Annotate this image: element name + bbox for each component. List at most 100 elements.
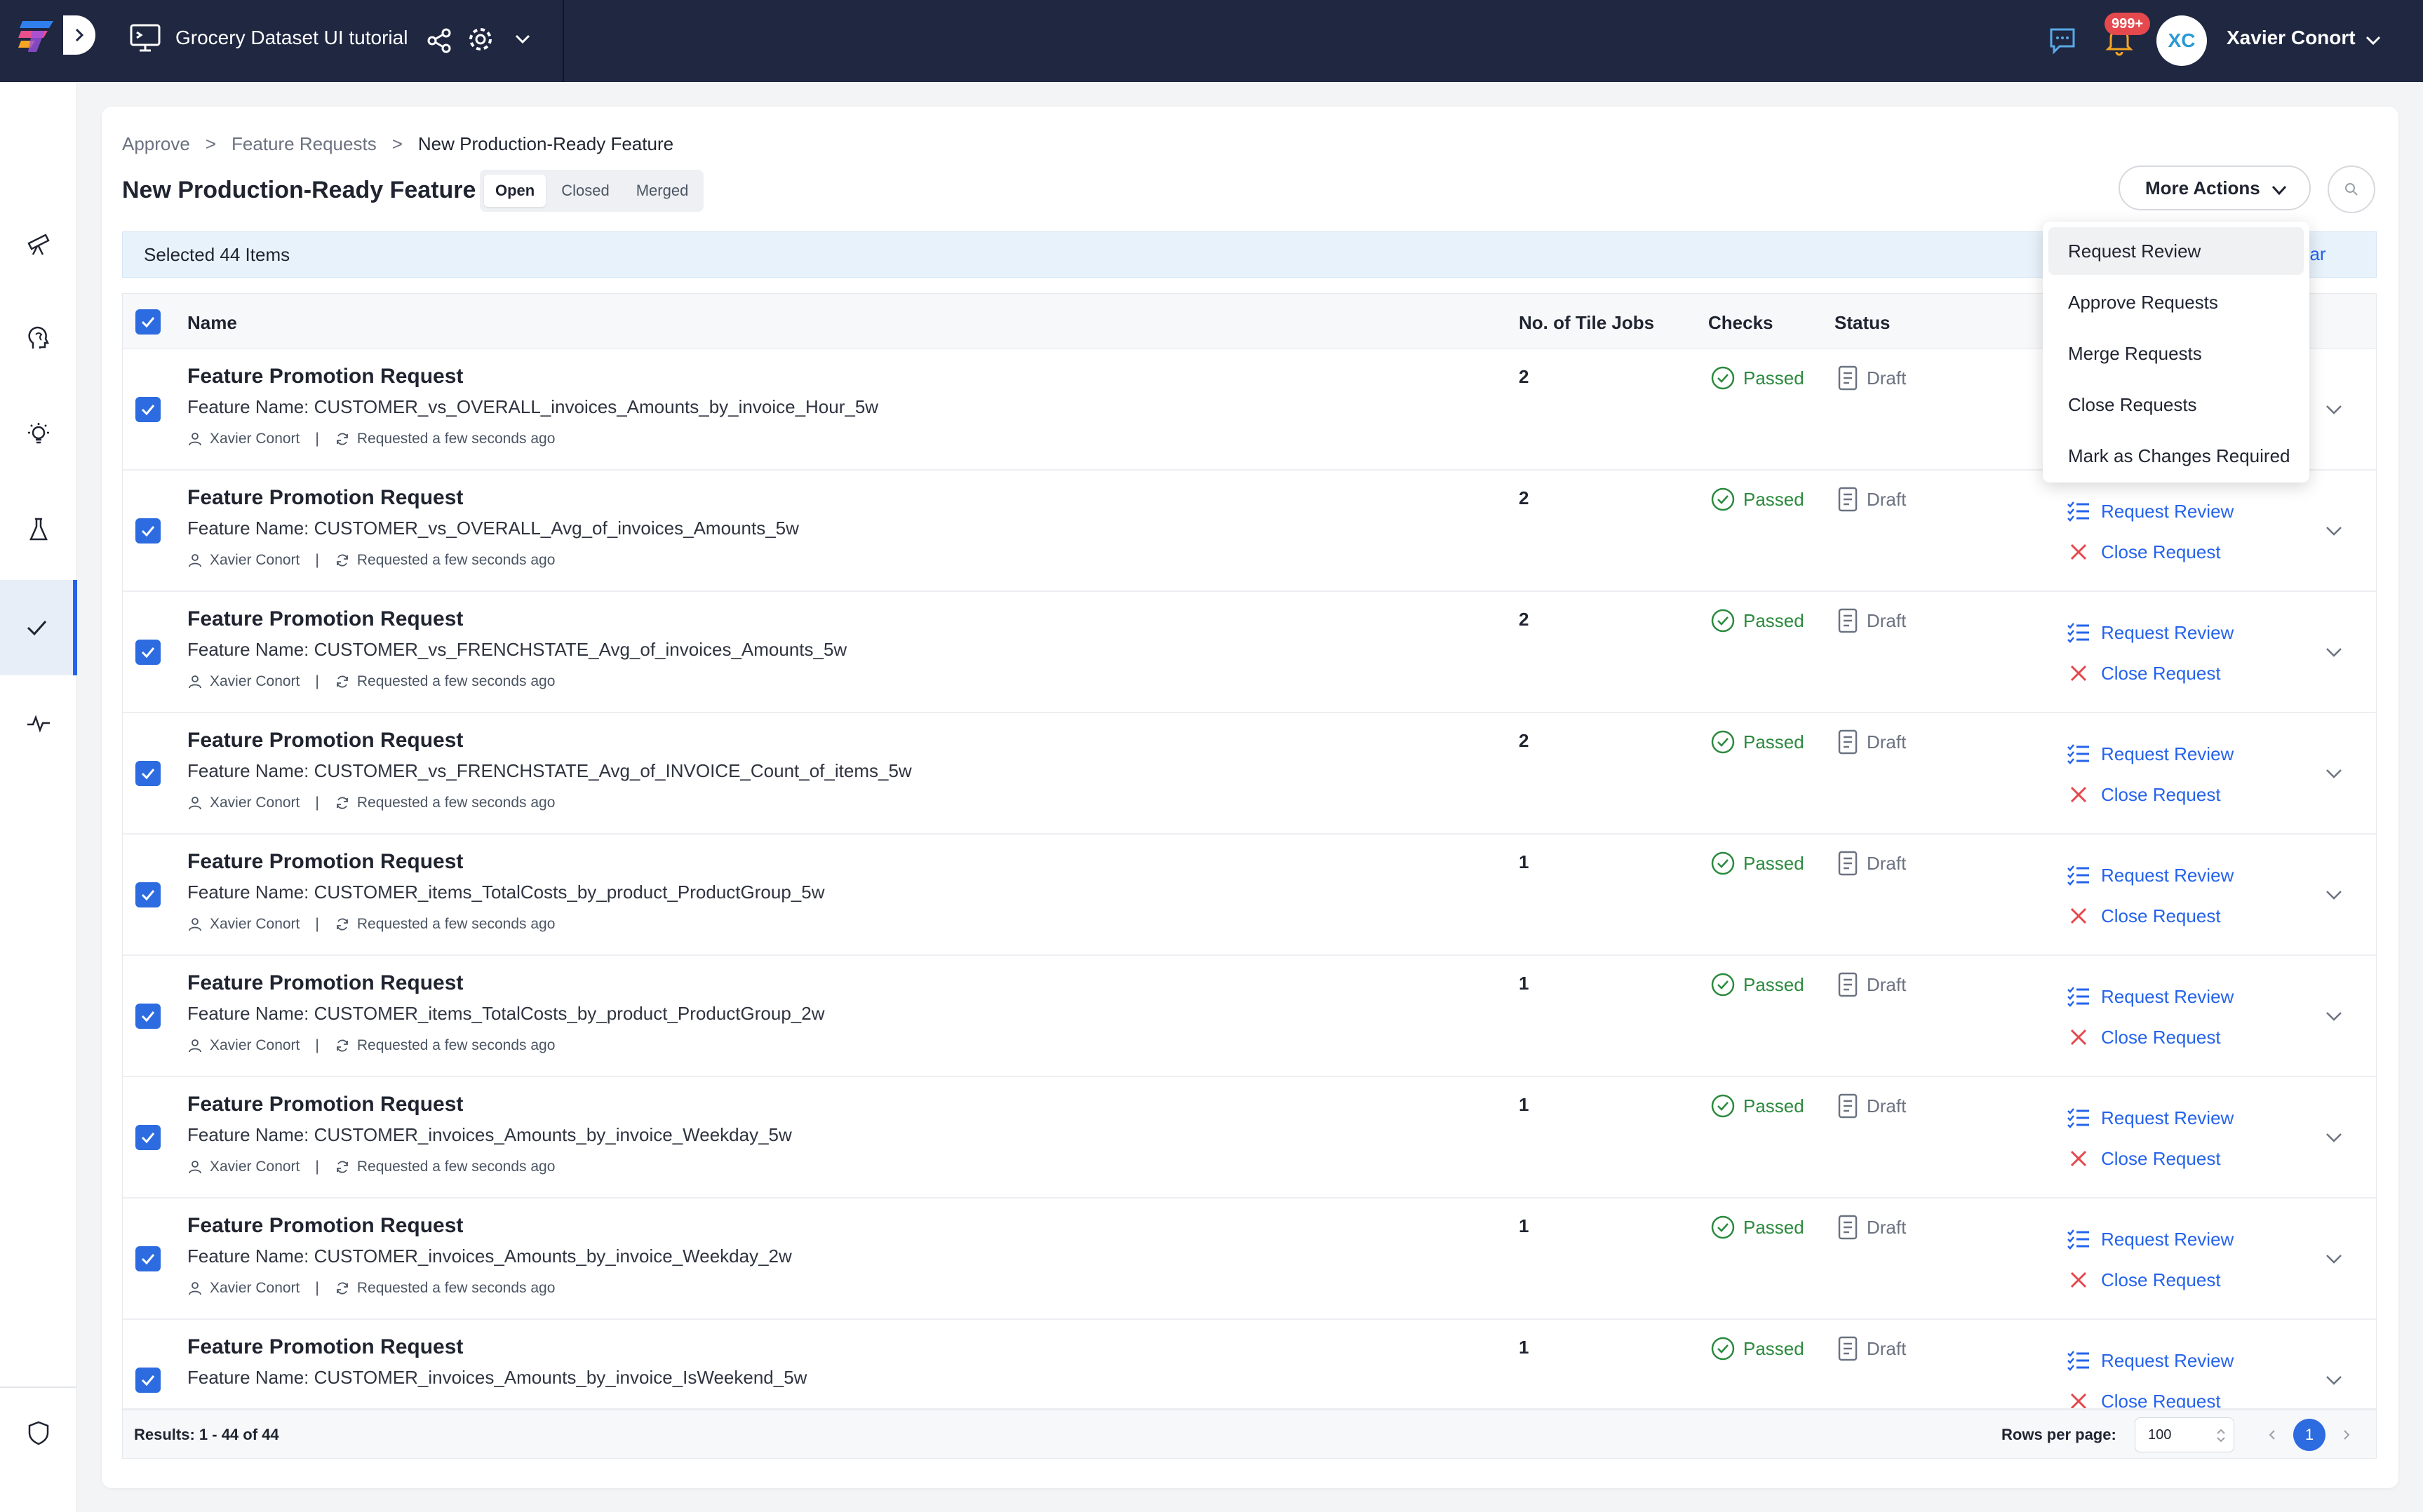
menu-item-approve-requests[interactable]: Approve Requests xyxy=(2048,278,2304,326)
table-row[interactable]: Feature Promotion Request Feature Name: C… xyxy=(122,713,2377,835)
menu-item-close-requests[interactable]: Close Requests xyxy=(2048,381,2304,428)
sidebar-item-monitor[interactable] xyxy=(0,675,77,771)
tab-open[interactable]: Open xyxy=(484,175,546,207)
chevron-down-icon[interactable] xyxy=(512,28,533,49)
request-title[interactable]: Feature Promotion Request xyxy=(187,1214,463,1238)
column-header-name[interactable]: Name xyxy=(187,312,237,334)
breadcrumb-item-feature-requests[interactable]: Feature Requests xyxy=(231,133,377,155)
chevron-down-icon[interactable] xyxy=(2323,884,2345,906)
row-checkbox[interactable] xyxy=(135,882,161,907)
previous-page-icon[interactable] xyxy=(2264,1424,2281,1445)
request-title[interactable]: Feature Promotion Request xyxy=(187,365,463,389)
request-title[interactable]: Feature Promotion Request xyxy=(187,1093,463,1116)
monitor-icon xyxy=(130,24,161,52)
request-review-link[interactable]: Request Review xyxy=(2066,620,2234,645)
search-button[interactable] xyxy=(2328,166,2375,213)
close-request-link[interactable]: Close Request xyxy=(2066,1267,2221,1292)
chevron-down-icon[interactable] xyxy=(2363,29,2384,50)
request-review-link[interactable]: Request Review xyxy=(2066,984,2234,1009)
table-row[interactable]: Feature Promotion Request Feature Name: C… xyxy=(122,471,2377,592)
row-checkbox[interactable] xyxy=(135,1368,161,1393)
feature-name: Feature Name: CUSTOMER_vs_FRENCHSTATE_Av… xyxy=(187,760,912,781)
select-all-checkbox[interactable] xyxy=(135,309,161,335)
table-row[interactable]: Feature Promotion Request Feature Name: C… xyxy=(122,592,2377,713)
table-row[interactable]: Feature Promotion Request Feature Name: C… xyxy=(122,1199,2377,1320)
request-review-link[interactable]: Request Review xyxy=(2066,499,2234,524)
request-review-link[interactable]: Request Review xyxy=(2066,1348,2234,1373)
table-row[interactable]: Feature Promotion Request Feature Name: C… xyxy=(122,1077,2377,1199)
app-logo[interactable] xyxy=(17,14,62,59)
column-header-tile-jobs[interactable]: No. of Tile Jobs xyxy=(1519,312,1654,334)
chevron-down-icon[interactable] xyxy=(2323,641,2345,663)
menu-item-request-review[interactable]: Request Review xyxy=(2048,227,2304,275)
row-checkbox[interactable] xyxy=(135,397,161,422)
row-checkbox[interactable] xyxy=(135,1125,161,1150)
breadcrumb-item-approve[interactable]: Approve xyxy=(122,133,190,155)
row-checkbox[interactable] xyxy=(135,518,161,544)
close-request-link[interactable]: Close Request xyxy=(2066,903,2221,929)
row-checkbox[interactable] xyxy=(135,640,161,665)
request-title[interactable]: Feature Promotion Request xyxy=(187,1335,463,1359)
table-row[interactable]: Feature Promotion Request Feature Name: C… xyxy=(122,349,2377,471)
tab-merged[interactable]: Merged xyxy=(625,175,700,207)
avatar[interactable]: XC xyxy=(2156,15,2207,66)
request-title[interactable]: Feature Promotion Request xyxy=(187,607,463,631)
check-circle-icon xyxy=(1711,851,1735,875)
requester-name: Xavier Conort xyxy=(210,916,300,932)
chevron-down-icon[interactable] xyxy=(2323,1005,2345,1027)
request-title[interactable]: Feature Promotion Request xyxy=(187,850,463,874)
close-request-link[interactable]: Close Request xyxy=(2066,782,2221,807)
chevron-down-icon[interactable] xyxy=(2323,1248,2345,1270)
request-review-link[interactable]: Request Review xyxy=(2066,863,2234,888)
sidebar-item-users[interactable] xyxy=(0,1480,77,1512)
request-title[interactable]: Feature Promotion Request xyxy=(187,971,463,995)
menu-item-mark-changes-required[interactable]: Mark as Changes Required xyxy=(2048,432,2304,480)
tab-closed[interactable]: Closed xyxy=(550,175,620,207)
document-icon xyxy=(1838,1093,1858,1119)
sidebar-item-security[interactable] xyxy=(0,1385,77,1480)
close-request-link[interactable]: Close Request xyxy=(2066,539,2221,565)
sidebar-expand-button[interactable] xyxy=(63,15,95,55)
close-request-link[interactable]: Close Request xyxy=(2066,661,2221,686)
column-header-status[interactable]: Status xyxy=(1834,312,1890,334)
chevron-down-icon[interactable] xyxy=(2323,1369,2345,1391)
check-circle-icon xyxy=(1711,1337,1735,1361)
chevron-down-icon[interactable] xyxy=(2323,1126,2345,1149)
table-row[interactable]: Feature Promotion Request Feature Name: C… xyxy=(122,835,2377,956)
checks-status: Passed xyxy=(1710,486,1804,513)
rows-per-page-select[interactable]: 100 xyxy=(2135,1417,2234,1452)
chevron-down-icon[interactable] xyxy=(2323,398,2345,421)
next-page-icon[interactable] xyxy=(2338,1424,2355,1445)
status-label: Draft xyxy=(1867,731,1907,752)
chevron-down-icon[interactable] xyxy=(2323,520,2345,542)
page-number-button[interactable]: 1 xyxy=(2293,1419,2325,1451)
column-header-checks[interactable]: Checks xyxy=(1708,312,1773,334)
row-checkbox[interactable] xyxy=(135,1246,161,1271)
sidebar-item-ideas[interactable] xyxy=(0,386,77,482)
request-review-link[interactable]: Request Review xyxy=(2066,1105,2234,1130)
sidebar-item-approve[interactable] xyxy=(0,580,77,675)
request-title[interactable]: Feature Promotion Request xyxy=(187,729,463,752)
gear-icon[interactable] xyxy=(467,25,495,53)
row-checkbox[interactable] xyxy=(135,1004,161,1029)
share-icon[interactable] xyxy=(425,27,453,55)
close-request-link[interactable]: Close Request xyxy=(2066,1146,2221,1171)
menu-item-merge-requests[interactable]: Merge Requests xyxy=(2048,330,2304,377)
chat-icon[interactable] xyxy=(2047,25,2078,56)
request-review-link[interactable]: Request Review xyxy=(2066,1227,2234,1252)
sidebar-item-explore[interactable] xyxy=(0,196,77,291)
table-row[interactable]: Feature Promotion Request Feature Name: C… xyxy=(122,1320,2377,1410)
close-request-link[interactable]: Close Request xyxy=(2066,1389,2221,1408)
sidebar-item-experiments[interactable] xyxy=(0,482,77,577)
sidebar-item-model[interactable] xyxy=(0,291,77,386)
chevron-down-icon[interactable] xyxy=(2323,762,2345,785)
checks-label: Passed xyxy=(1743,367,1804,389)
table-row[interactable]: Feature Promotion Request Feature Name: C… xyxy=(122,956,2377,1077)
row-checkbox[interactable] xyxy=(135,761,161,786)
request-review-link[interactable]: Request Review xyxy=(2066,741,2234,767)
close-request-link[interactable]: Close Request xyxy=(2066,1025,2221,1050)
more-actions-button[interactable]: More Actions xyxy=(2119,166,2311,210)
user-name[interactable]: Xavier Conort xyxy=(2227,27,2356,49)
request-title[interactable]: Feature Promotion Request xyxy=(187,486,463,510)
status-badge: Draft xyxy=(1836,607,1906,634)
